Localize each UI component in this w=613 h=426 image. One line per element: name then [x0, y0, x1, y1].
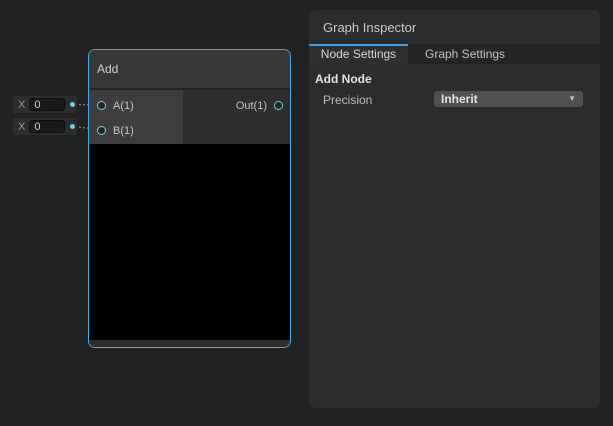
- port-row-out: Out(1): [183, 93, 290, 118]
- port-row-a: A(1): [89, 93, 183, 118]
- tab-graph-settings[interactable]: Graph Settings: [408, 44, 519, 64]
- graph-inspector-panel: Graph Inspector Node Settings Graph Sett…: [309, 10, 600, 408]
- input-port-b-label: B(1): [113, 125, 134, 137]
- node-port-area: A(1) B(1) Out(1): [89, 90, 290, 144]
- axis-label-x: X: [18, 99, 25, 111]
- port-row-b: B(1): [89, 118, 183, 143]
- output-port-label: Out(1): [236, 100, 267, 112]
- widget-a-port-dot-icon[interactable]: [70, 102, 75, 107]
- section-title: Add Node: [315, 72, 600, 86]
- tab-graph-settings-label: Graph Settings: [425, 47, 505, 61]
- input-port-a-icon[interactable]: [97, 101, 106, 110]
- precision-label: Precision: [323, 93, 372, 107]
- input-port-b-icon[interactable]: [97, 126, 106, 135]
- node-header[interactable]: Add: [89, 50, 290, 88]
- precision-field-row: Precision Inherit ▼: [309, 91, 600, 107]
- precision-dropdown[interactable]: Inherit ▼: [434, 91, 583, 107]
- port-b-value-input[interactable]: [29, 120, 65, 133]
- node-settings-content: Add Node Precision Inherit ▼: [309, 72, 600, 107]
- tab-node-settings-label: Node Settings: [321, 47, 396, 61]
- input-port-a-label: A(1): [113, 100, 134, 112]
- input-ports-column: A(1) B(1): [89, 90, 183, 144]
- panel-title-bar[interactable]: Graph Inspector: [309, 10, 600, 44]
- panel-title: Graph Inspector: [323, 20, 416, 35]
- node-preview: [89, 144, 290, 340]
- widget-b-port-dot-icon[interactable]: [70, 124, 75, 129]
- node-preview-resize-area[interactable]: [89, 340, 290, 347]
- inspector-tab-strip: Node Settings Graph Settings: [309, 44, 600, 64]
- port-a-value-input[interactable]: [29, 98, 65, 111]
- add-node[interactable]: Add A(1) B(1) Out(1): [88, 49, 291, 348]
- output-port-icon[interactable]: [274, 101, 283, 110]
- dropdown-arrow-icon: ▼: [568, 95, 576, 103]
- axis-label-x: X: [18, 121, 25, 133]
- precision-dropdown-value: Inherit: [441, 92, 568, 106]
- node-title: Add: [97, 62, 118, 76]
- tab-node-settings[interactable]: Node Settings: [309, 44, 408, 64]
- port-b-value-widget: X: [13, 118, 77, 135]
- port-a-value-widget: X: [13, 96, 77, 113]
- shader-graph-canvas[interactable]: X X Add A(1) B(1): [0, 0, 613, 426]
- output-ports-column: Out(1): [183, 90, 290, 144]
